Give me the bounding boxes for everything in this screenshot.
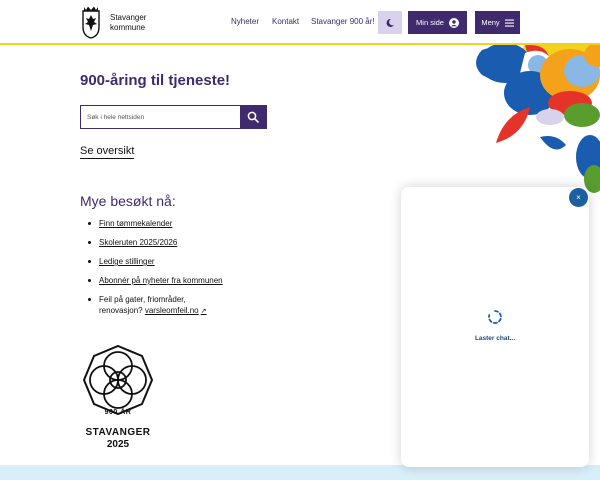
nav-kontakt[interactable]: Kontakt <box>272 17 299 26</box>
brand-line-1: Stavanger <box>110 13 147 22</box>
min-side-button[interactable]: Min side <box>408 11 467 34</box>
decorative-flower-graphic <box>476 45 600 193</box>
close-icon: × <box>576 193 581 202</box>
min-side-label: Min side <box>416 18 444 27</box>
nav-nyheter[interactable]: Nyheter <box>231 17 259 26</box>
list-item: Finn tømmekalender <box>88 218 223 229</box>
search-button[interactable] <box>240 106 266 128</box>
brand-name[interactable]: Stavanger kommune <box>110 13 146 33</box>
list-item: Abonnér på nyheter fra kommunen <box>88 275 223 286</box>
search-icon <box>247 111 259 123</box>
overview-link[interactable]: Se oversikt <box>80 145 135 159</box>
report-text-line2: renovasjon? <box>99 306 143 315</box>
search-input[interactable] <box>81 106 241 128</box>
dark-mode-toggle[interactable] <box>378 11 402 34</box>
external-link-icon: ↗ <box>200 308 207 315</box>
report-text-line1: Feil på gater, friområder, <box>99 295 186 304</box>
coat-of-arms-logo[interactable] <box>80 5 102 39</box>
link-varsleomfeil[interactable]: varsleomfeil.no ↗ <box>145 306 207 315</box>
varsleomfeil-label: varsleomfeil.no <box>144 306 199 315</box>
emblem-year: 900 ÅR <box>104 409 132 416</box>
chat-close-button[interactable]: × <box>569 188 588 207</box>
page-title: 900-åring til tjeneste! <box>80 72 231 89</box>
link-skoleruten[interactable]: Skoleruten 2025/2026 <box>99 238 177 247</box>
search-bar <box>80 105 267 129</box>
popular-list: Finn tømmekalender Skoleruten 2025/2026 … <box>88 218 223 317</box>
chat-status: Laster chat... <box>474 335 516 342</box>
list-item: Skoleruten 2025/2026 <box>88 237 223 248</box>
menu-label: Meny <box>481 18 500 27</box>
popular-heading: Mye besøkt nå: <box>80 193 176 209</box>
menu-button[interactable]: Meny <box>475 11 520 34</box>
list-item-report: Feil på gater, friområder, renovasjon? v… <box>88 294 223 317</box>
moon-icon <box>386 18 394 27</box>
emblem-name: STAVANGER <box>85 427 151 438</box>
site-header: Stavanger kommune Nyheter Kontakt Stavan… <box>0 0 600 45</box>
hamburger-icon <box>504 19 514 27</box>
emblem-year-2025: 2025 <box>106 439 130 450</box>
nav-stavanger-900[interactable]: Stavanger 900 år! <box>311 17 375 26</box>
link-finn-tommekalender[interactable]: Finn tømmekalender <box>99 219 172 228</box>
brand-line-2: kommune <box>110 23 146 32</box>
user-circle-icon <box>448 17 459 28</box>
link-abonner-nyheter[interactable]: Abonnér på nyheter fra kommunen <box>99 276 223 285</box>
list-item: Ledige stillinger <box>88 256 223 267</box>
spinner-icon <box>488 310 502 324</box>
footer-strip <box>0 465 600 480</box>
stavanger-900-emblem <box>82 344 154 416</box>
chat-widget[interactable]: Laster chat... <box>401 187 589 467</box>
link-ledige-stillinger[interactable]: Ledige stillinger <box>99 257 155 266</box>
